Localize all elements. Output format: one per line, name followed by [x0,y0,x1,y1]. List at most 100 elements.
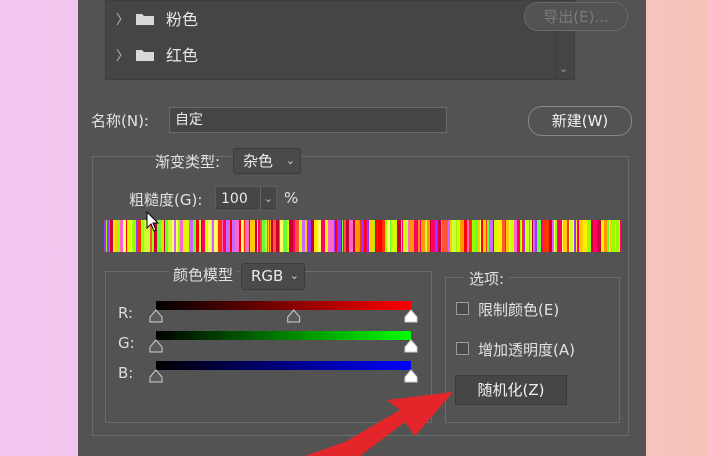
noise-stripe [489,220,493,252]
noise-stripe [457,220,458,252]
noise-stripe [587,220,591,252]
noise-stripe [450,220,452,252]
noise-stripe [612,220,615,252]
restrict-colors-label[interactable]: 限制颜色(E) [478,299,559,320]
noise-stripe [549,220,552,252]
slider-thumb[interactable] [287,309,301,323]
slider-thumb[interactable] [404,369,418,383]
noise-stripe [619,220,620,252]
noise-stripe [554,220,555,252]
scroll-down-icon[interactable]: ⌄ [559,62,568,75]
noise-stripe [569,220,570,252]
restrict-colors-checkbox[interactable] [456,302,469,315]
noise-stripe [607,220,609,252]
noise-stripe [458,220,460,252]
noise-stripe [528,220,529,252]
noise-stripe [505,220,506,252]
noise-stripe [452,220,456,252]
add-transparency-label[interactable]: 增加透明度(A) [478,339,575,360]
noise-stripe [469,220,471,252]
noise-stripe [579,220,583,252]
noise-stripe [561,220,562,252]
noise-stripe [517,220,520,252]
noise-stripe [620,220,621,252]
noise-stripe [597,220,601,252]
noise-stripe [541,220,543,252]
add-transparency-checkbox[interactable] [456,342,469,355]
noise-stripe [601,220,603,252]
noise-stripe [514,220,517,252]
noise-stripe [610,220,612,252]
noise-stripe [533,220,535,252]
noise-stripe [535,220,537,252]
noise-stripe [460,220,464,252]
noise-stripe [471,220,472,252]
noise-stripe [583,220,587,252]
noise-stripe [464,220,467,252]
noise-stripe [444,220,448,252]
randomize-button[interactable]: 随机化(Z) [455,375,567,405]
noise-stripe [577,220,579,252]
slider-thumb[interactable] [149,339,163,353]
noise-stripe [603,220,604,252]
noise-stripe [567,220,569,252]
noise-stripe [591,220,593,252]
noise-stripe [506,220,509,252]
gradient-editor-panel: 〉 粉色 〉 红色 ⌄ 导出(E)... 名称(N): 自定 新建(W) 渐变类… [78,0,646,456]
options-title: 选项: [464,268,510,289]
noise-stripe [442,220,444,252]
noise-stripe [448,220,450,252]
red-arrow-annotation [305,392,453,456]
export-button[interactable]: 导出(E)... [524,2,628,31]
slider-thumb[interactable] [149,309,163,323]
noise-stripe [570,220,573,252]
noise-stripe [438,220,441,252]
noise-stripe [532,220,533,252]
mouse-cursor-icon [146,211,160,232]
noise-stripe [574,220,576,252]
slider-thumbs [149,309,418,383]
noise-stripe [523,220,525,252]
noise-stripe [543,220,545,252]
noise-stripe [472,220,475,252]
noise-stripe [502,220,505,252]
noise-stripe [509,220,512,252]
slider-thumb[interactable] [404,339,418,353]
noise-stripe [498,220,502,252]
noise-stripe [480,220,481,252]
noise-stripe [545,220,549,252]
noise-stripe [467,220,469,252]
noise-stripe [478,220,480,252]
new-button[interactable]: 新建(W) [528,106,632,136]
noise-stripe [512,220,514,252]
noise-stripe [525,220,528,252]
noise-stripe [456,220,457,252]
noise-stripe [520,220,521,252]
noise-stripe [521,220,522,252]
noise-stripe [576,220,577,252]
noise-stripe [573,220,574,252]
noise-stripe [481,220,483,252]
noise-stripe [441,220,442,252]
noise-stripe [604,220,607,252]
noise-stripe [522,220,523,252]
noise-stripe [531,220,532,252]
noise-stripe [562,220,563,252]
noise-stripe [483,220,486,252]
noise-stripe [563,220,567,252]
noise-stripe [616,220,619,252]
noise-stripe [593,220,597,252]
noise-stripe [552,220,554,252]
slider-thumb[interactable] [149,369,163,383]
noise-stripe [537,220,541,252]
noise-stripe [493,220,494,252]
noise-stripe [609,220,610,252]
noise-stripe [530,220,531,252]
noise-stripe [487,220,489,252]
noise-stripe [557,220,561,252]
noise-stripe [555,220,557,252]
slider-thumb[interactable] [404,309,418,323]
noise-stripe [475,220,478,252]
noise-stripe [615,220,616,252]
noise-stripe [529,220,530,252]
